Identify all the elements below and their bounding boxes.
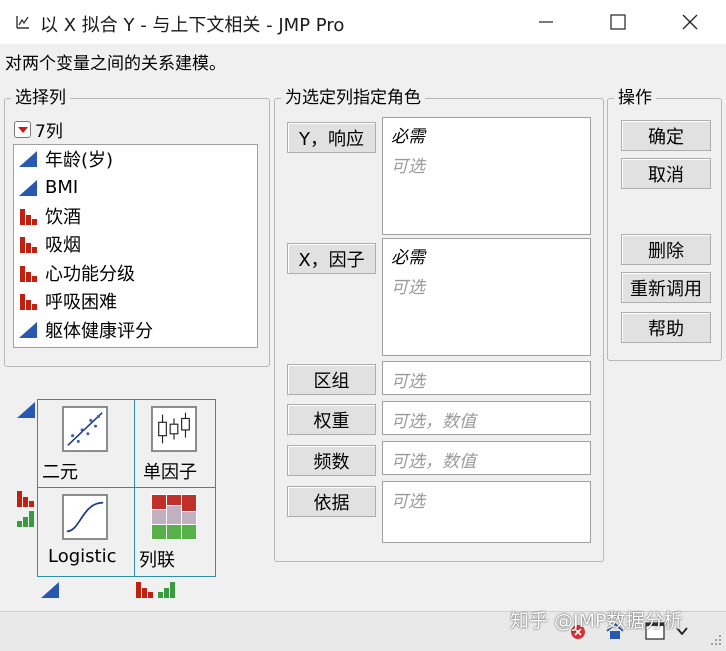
remove-button[interactable]: 删除	[621, 234, 711, 265]
recall-button[interactable]: 重新调用	[621, 272, 711, 303]
contingency-cell[interactable]: 列联	[135, 488, 231, 576]
column-list[interactable]: 年龄(岁) BMI 饮酒 吸烟 心功能分级 呼吸困难 躯体健康评分	[13, 144, 258, 348]
x-factor-box[interactable]: 必需 可选	[382, 238, 591, 356]
weight-button[interactable]: 权重	[287, 404, 376, 435]
by-box[interactable]: 可选	[382, 481, 591, 543]
logistic-label: Logistic	[48, 546, 117, 567]
cancel-button[interactable]: 取消	[621, 158, 711, 189]
column-item-dyspnea[interactable]: 呼吸困难	[14, 287, 257, 315]
bivariate-cell[interactable]: 二元	[38, 400, 134, 488]
by-button[interactable]: 依据	[287, 486, 376, 517]
select-columns-legend: 选择列	[15, 88, 66, 108]
ordinal-y-icon	[17, 511, 34, 527]
nominal-icon	[19, 235, 39, 254]
ok-button[interactable]: 确定	[621, 120, 711, 151]
continuous-icon	[19, 321, 39, 339]
continuous-icon	[19, 150, 39, 168]
box-plot-icon	[151, 406, 197, 452]
nominal-icon	[19, 207, 39, 225]
continuous-x-icon	[41, 582, 59, 598]
maximize-icon	[610, 14, 626, 30]
platform-description: 对两个变量之间的关系建模。	[5, 54, 226, 74]
red-triangle-menu-icon[interactable]	[14, 121, 31, 138]
close-icon	[682, 14, 698, 30]
nominal-x-icon	[136, 582, 153, 598]
oneway-label: 单因子	[143, 462, 197, 483]
required-label: 必需	[391, 248, 425, 268]
x-factor-button[interactable]: X，因子	[287, 243, 376, 274]
minimize-button[interactable]	[510, 0, 582, 44]
window-title: 以 X 拟合 Y - 与上下文相关 - JMP Pro	[40, 15, 345, 36]
column-item-smoking[interactable]: 吸烟	[14, 230, 257, 258]
column-item-age[interactable]: 年龄(岁)	[14, 145, 257, 173]
optional-numeric-label: 可选，数值	[391, 452, 476, 472]
block-button[interactable]: 区组	[287, 364, 376, 395]
mosaic-plot-icon	[151, 494, 197, 540]
column-count[interactable]: 7列	[14, 117, 63, 142]
ordinal-x-icon	[158, 582, 175, 598]
nominal-y-icon	[17, 491, 34, 507]
close-button[interactable]	[654, 0, 726, 44]
help-button[interactable]: 帮助	[621, 312, 711, 343]
cast-roles-legend: 为选定列指定角色	[285, 88, 421, 108]
column-item-drinking[interactable]: 饮酒	[14, 202, 257, 230]
bivariate-label: 二元	[42, 462, 78, 483]
watermark: 知乎 @JMP数据分析	[510, 610, 683, 632]
logistic-cell[interactable]: Logistic	[38, 488, 134, 576]
optional-label: 可选	[391, 372, 425, 392]
block-box[interactable]: 可选	[382, 361, 591, 395]
freq-button[interactable]: 频数	[287, 445, 376, 476]
continuous-y-icon	[17, 402, 35, 418]
nominal-icon	[19, 264, 39, 282]
optional-label: 可选	[391, 278, 425, 298]
contingency-label: 列联	[139, 550, 175, 571]
freq-box[interactable]: 可选，数值	[382, 441, 591, 475]
jmp-app-icon	[16, 16, 29, 29]
optional-label: 可选	[391, 157, 425, 177]
continuous-icon	[19, 179, 39, 197]
analysis-type-palette: 二元 单因子 Logistic 列联	[37, 399, 216, 577]
oneway-cell[interactable]: 单因子	[135, 400, 231, 488]
optional-label: 可选	[391, 492, 425, 512]
minimize-icon	[539, 21, 553, 23]
column-item-physical-health-score[interactable]: 躯体健康评分	[14, 315, 257, 343]
logistic-curve-icon	[62, 494, 108, 540]
nominal-icon	[19, 292, 39, 311]
maximize-button[interactable]	[582, 0, 654, 44]
scatter-plot-icon	[62, 406, 108, 452]
optional-numeric-label: 可选，数值	[391, 412, 476, 432]
column-item-cardiac-grade[interactable]: 心功能分级	[14, 259, 257, 287]
column-count-label: 7列	[35, 122, 63, 142]
required-label: 必需	[391, 127, 425, 147]
title-bar: 以 X 拟合 Y - 与上下文相关 - JMP Pro	[0, 0, 726, 44]
y-response-button[interactable]: Y，响应	[287, 122, 376, 153]
resize-grip-icon[interactable]	[708, 632, 724, 648]
action-legend: 操作	[618, 88, 652, 108]
y-response-box[interactable]: 必需 可选	[382, 117, 591, 235]
weight-box[interactable]: 可选，数值	[382, 401, 591, 435]
column-item-bmi[interactable]: BMI	[14, 173, 257, 201]
